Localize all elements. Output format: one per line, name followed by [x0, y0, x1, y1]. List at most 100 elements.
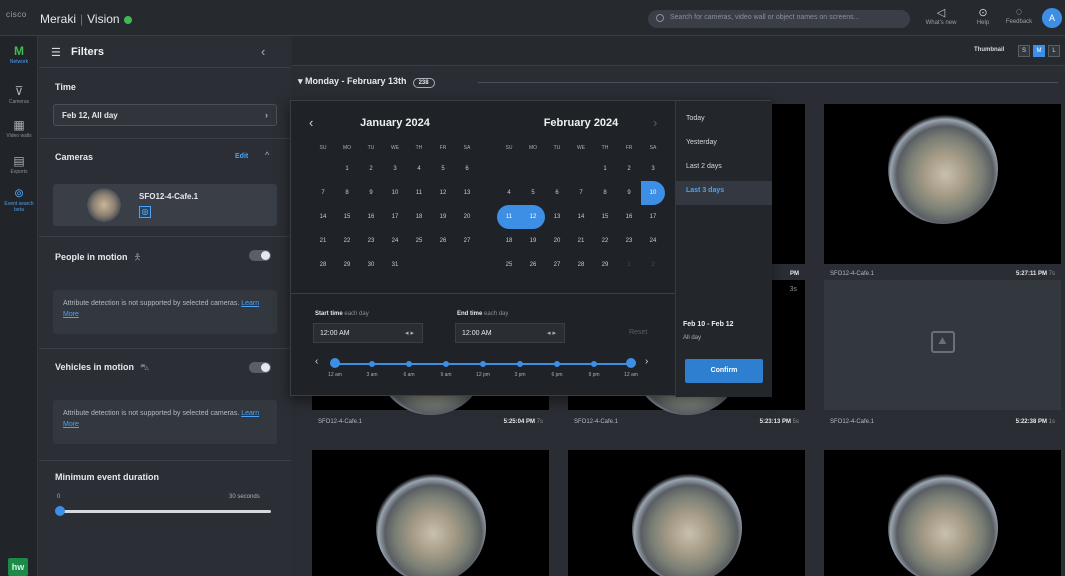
rail-video-walls[interactable]: ▦ Video walls	[0, 118, 38, 139]
rail-network[interactable]: M Network	[0, 44, 38, 65]
calendar-day[interactable]: 25	[407, 229, 431, 253]
range-next-icon[interactable]: ›	[645, 356, 648, 367]
feedback-button[interactable]: ◌ Feedback	[1002, 6, 1036, 25]
reset-button[interactable]: Reset	[629, 329, 647, 336]
calendar-day[interactable]: 6	[455, 157, 479, 181]
calendar-day[interactable]: 13	[455, 181, 479, 205]
rail-cameras[interactable]: ⊽ Cameras	[0, 84, 38, 105]
calendar-day[interactable]: 18	[497, 229, 521, 253]
event-thumbnail[interactable]	[824, 450, 1061, 576]
selected-camera-card[interactable]: SFO12-4-Cafe.1 ◎	[53, 184, 277, 226]
next-month-icon[interactable]: ›	[653, 115, 657, 130]
edit-cameras-link[interactable]: Edit	[235, 153, 248, 160]
calendar-day[interactable]: 29	[335, 253, 359, 277]
calendar-day[interactable]: 20	[545, 229, 569, 253]
calendar-day[interactable]: 22	[335, 229, 359, 253]
quick-last-3-days[interactable]: Last 3 days	[676, 181, 772, 205]
help-button[interactable]: ⊙ Help	[966, 6, 1000, 26]
confirm-button[interactable]: Confirm	[685, 359, 763, 383]
calendar-day[interactable]: 27	[455, 229, 479, 253]
calendar-day[interactable]: 14	[311, 205, 335, 229]
time-stepper-icon[interactable]: ◂ ▸	[405, 329, 414, 337]
calendar-day[interactable]: 15	[335, 205, 359, 229]
event-thumbnail-placeholder[interactable]: ⛰	[824, 280, 1061, 410]
app-title[interactable]: Meraki | Vision	[40, 12, 132, 26]
rail-event-search[interactable]: ⊚ Event search beta	[0, 186, 38, 213]
calendar-day[interactable]: 3	[641, 157, 665, 181]
calendar-day[interactable]: 7	[311, 181, 335, 205]
avatar[interactable]: A	[1042, 8, 1062, 28]
calendar-day[interactable]: 9	[359, 181, 383, 205]
calendar-day[interactable]: 13	[545, 205, 569, 229]
duration-slider-track[interactable]	[59, 510, 271, 513]
calendar-day[interactable]: 4	[407, 157, 431, 181]
size-large-button[interactable]: L	[1048, 45, 1060, 57]
calendar-day[interactable]: 23	[617, 229, 641, 253]
start-time-input[interactable]: 12:00 AM ◂ ▸	[313, 323, 423, 343]
calendar-day[interactable]: 16	[359, 205, 383, 229]
calendar-day[interactable]: 2	[617, 157, 641, 181]
calendar-day[interactable]: 3	[383, 157, 407, 181]
quick-last-2-days[interactable]: Last 2 days	[676, 157, 772, 181]
calendar-day[interactable]: 5	[521, 181, 545, 205]
calendar-day[interactable]: 11	[497, 205, 521, 229]
calendar-day[interactable]: 7	[569, 181, 593, 205]
calendar-day[interactable]: 8	[593, 181, 617, 205]
rail-exports[interactable]: ▤ Exports	[0, 154, 38, 175]
calendar-day[interactable]: 8	[335, 181, 359, 205]
time-range-handle[interactable]	[330, 358, 340, 368]
calendar-day[interactable]: 26	[521, 253, 545, 277]
calendar-day[interactable]: 1	[617, 253, 641, 277]
event-thumbnail[interactable]	[824, 104, 1061, 264]
calendar-day[interactable]: 14	[569, 205, 593, 229]
calendar-day[interactable]: 18	[407, 205, 431, 229]
calendar-day[interactable]: 4	[497, 181, 521, 205]
calendar-day[interactable]: 2	[641, 253, 665, 277]
calendar-day[interactable]: 9	[617, 181, 641, 205]
workspace-badge[interactable]: hw	[8, 558, 28, 576]
calendar-day[interactable]: 24	[383, 229, 407, 253]
calendar-day[interactable]: 30	[359, 253, 383, 277]
quick-yesterday[interactable]: Yesterday	[676, 133, 772, 157]
event-thumbnail[interactable]	[568, 450, 805, 576]
calendar-day[interactable]: 12	[521, 205, 545, 229]
people-in-motion-toggle[interactable]	[249, 250, 271, 261]
size-medium-button[interactable]: M	[1033, 45, 1045, 57]
chevron-up-icon[interactable]: ^	[265, 150, 269, 160]
calendar-day[interactable]: 28	[569, 253, 593, 277]
global-search-input[interactable]: Search for cameras, video wall or object…	[648, 10, 910, 28]
calendar-day[interactable]: 28	[311, 253, 335, 277]
calendar-day[interactable]: 27	[545, 253, 569, 277]
calendar-day[interactable]: 1	[335, 157, 359, 181]
vehicles-in-motion-toggle[interactable]	[249, 362, 271, 373]
calendar-day[interactable]: 21	[569, 229, 593, 253]
calendar-day[interactable]: 17	[383, 205, 407, 229]
calendar-day[interactable]: 23	[359, 229, 383, 253]
day-group-header[interactable]: ▾ Monday - February 13th 238	[298, 76, 435, 88]
calendar-day[interactable]: 12	[431, 181, 455, 205]
duration-slider-handle[interactable]	[55, 506, 65, 516]
calendar-day[interactable]: 6	[545, 181, 569, 205]
calendar-day[interactable]: 31	[383, 253, 407, 277]
collapse-panel-icon[interactable]: ‹	[261, 44, 265, 59]
time-range-handle[interactable]	[626, 358, 636, 368]
calendar-day[interactable]: 16	[617, 205, 641, 229]
calendar-day[interactable]: 19	[521, 229, 545, 253]
calendar-day[interactable]: 2	[359, 157, 383, 181]
event-thumbnail[interactable]	[312, 450, 549, 576]
calendar-day[interactable]: 5	[431, 157, 455, 181]
size-small-button[interactable]: S	[1018, 45, 1030, 57]
calendar-day[interactable]: 21	[311, 229, 335, 253]
calendar-day[interactable]: 15	[593, 205, 617, 229]
calendar-day[interactable]: 26	[431, 229, 455, 253]
calendar-day[interactable]: 22	[593, 229, 617, 253]
calendar-day[interactable]: 24	[641, 229, 665, 253]
calendar-day[interactable]: 29	[593, 253, 617, 277]
calendar-day[interactable]: 19	[431, 205, 455, 229]
range-prev-icon[interactable]: ‹	[315, 356, 318, 367]
calendar-day[interactable]: 10	[383, 181, 407, 205]
calendar-day[interactable]: 17	[641, 205, 665, 229]
time-stepper-icon[interactable]: ◂ ▸	[547, 329, 556, 337]
calendar-day[interactable]: 10	[641, 181, 665, 205]
calendar-day[interactable]: 25	[497, 253, 521, 277]
